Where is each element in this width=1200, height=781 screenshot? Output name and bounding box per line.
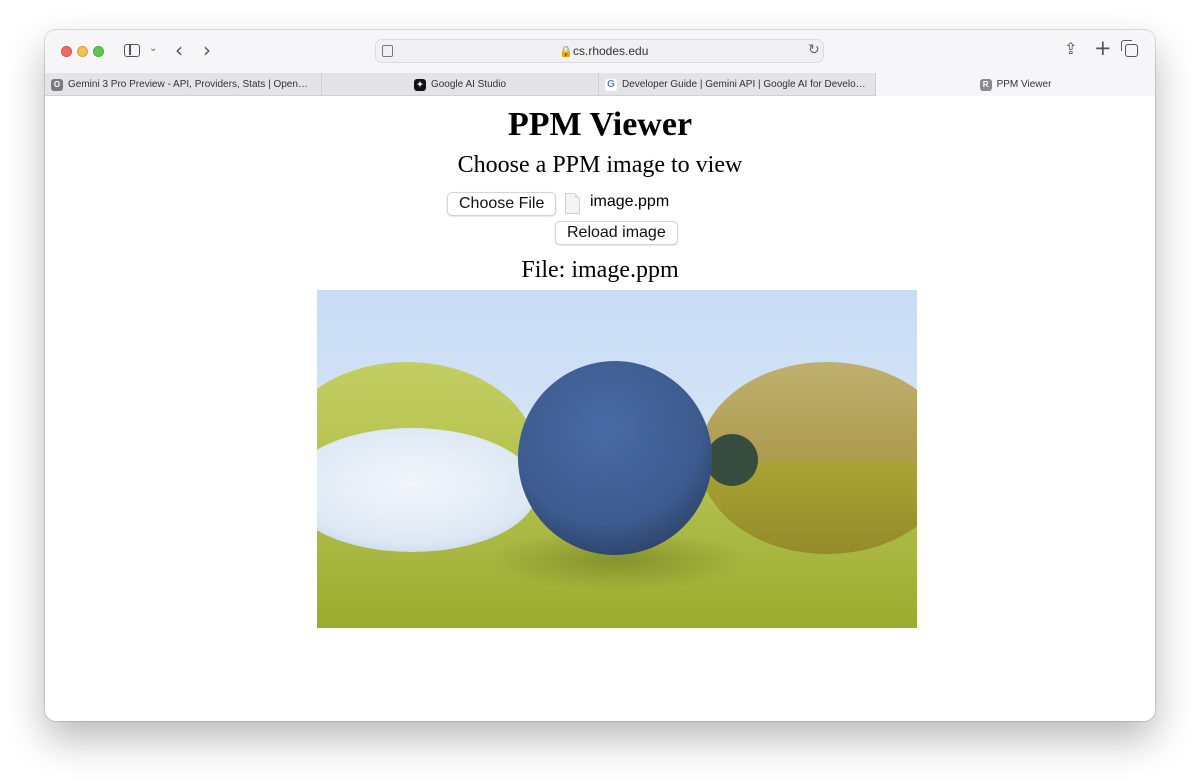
page-content: PPM Viewer Choose a PPM image to view Ch…	[45, 96, 1155, 721]
share-icon[interactable]: ⇪	[1064, 39, 1077, 58]
tab-overview-icon[interactable]	[1121, 40, 1138, 57]
tab-bar: O Gemini 3 Pro Preview - API, Providers,…	[45, 73, 1155, 96]
center-sphere	[518, 361, 712, 555]
address-bar[interactable]: 🔒 cs.rhodes.edu ↻	[375, 39, 824, 63]
file-icon	[565, 193, 580, 214]
back-icon[interactable]: ‹	[175, 38, 183, 62]
google-icon: G	[605, 78, 617, 91]
new-tab-icon[interactable]: +	[1094, 36, 1112, 60]
chevron-down-icon[interactable]: ⌄	[149, 43, 157, 54]
forward-icon[interactable]: ›	[203, 38, 211, 62]
tab-label: Google AI Studio	[430, 79, 507, 90]
file-input[interactable]: Choose File image.ppm	[447, 192, 747, 216]
openrouter-icon: O	[51, 78, 63, 91]
choose-file-button[interactable]: Choose File	[447, 192, 557, 216]
rendered-image	[317, 290, 917, 628]
tab-openrouter[interactable]: O Gemini 3 Pro Preview - API, Providers,…	[45, 73, 322, 96]
tab-developer-guide[interactable]: G Developer Guide | Gemini API | Google …	[599, 73, 876, 96]
reload-image-button[interactable]: Reload image	[555, 221, 678, 245]
zoom-window-button[interactable]	[93, 46, 104, 57]
raytraced-scene	[317, 290, 917, 628]
small-dark-sphere	[706, 434, 758, 486]
reload-page-icon[interactable]: ↻	[808, 42, 820, 58]
tab-label: Developer Guide | Gemini API | Google AI…	[622, 79, 869, 90]
browser-window: ⌄ ‹ › 🔒 cs.rhodes.edu ↻ ⇪ + O Gemini 3 P…	[45, 30, 1155, 721]
tab-ppm-viewer[interactable]: R PPM Viewer	[876, 73, 1155, 96]
sidebar-icon[interactable]	[124, 44, 140, 57]
tab-ai-studio[interactable]: ✦ Google AI Studio	[322, 73, 599, 96]
minimize-window-button[interactable]	[77, 46, 88, 57]
selected-file-name: image.ppm	[590, 193, 670, 210]
file-label: File: image.ppm	[521, 257, 679, 283]
r-site-icon: R	[979, 78, 992, 91]
page-title: PPM Viewer	[507, 106, 693, 143]
page-subtitle: Choose a PPM image to view	[457, 152, 743, 178]
close-window-button[interactable]	[61, 46, 72, 57]
url-text: cs.rhodes.edu	[573, 44, 649, 58]
tab-label: Gemini 3 Pro Preview - API, Providers, S…	[68, 79, 315, 90]
ai-studio-icon: ✦	[413, 78, 426, 91]
page-menu-icon[interactable]	[382, 45, 393, 57]
lock-icon: 🔒	[559, 46, 573, 58]
tab-label: PPM Viewer	[996, 79, 1052, 90]
browser-toolbar: ⌄ ‹ › 🔒 cs.rhodes.edu ↻ ⇪ +	[45, 30, 1155, 73]
